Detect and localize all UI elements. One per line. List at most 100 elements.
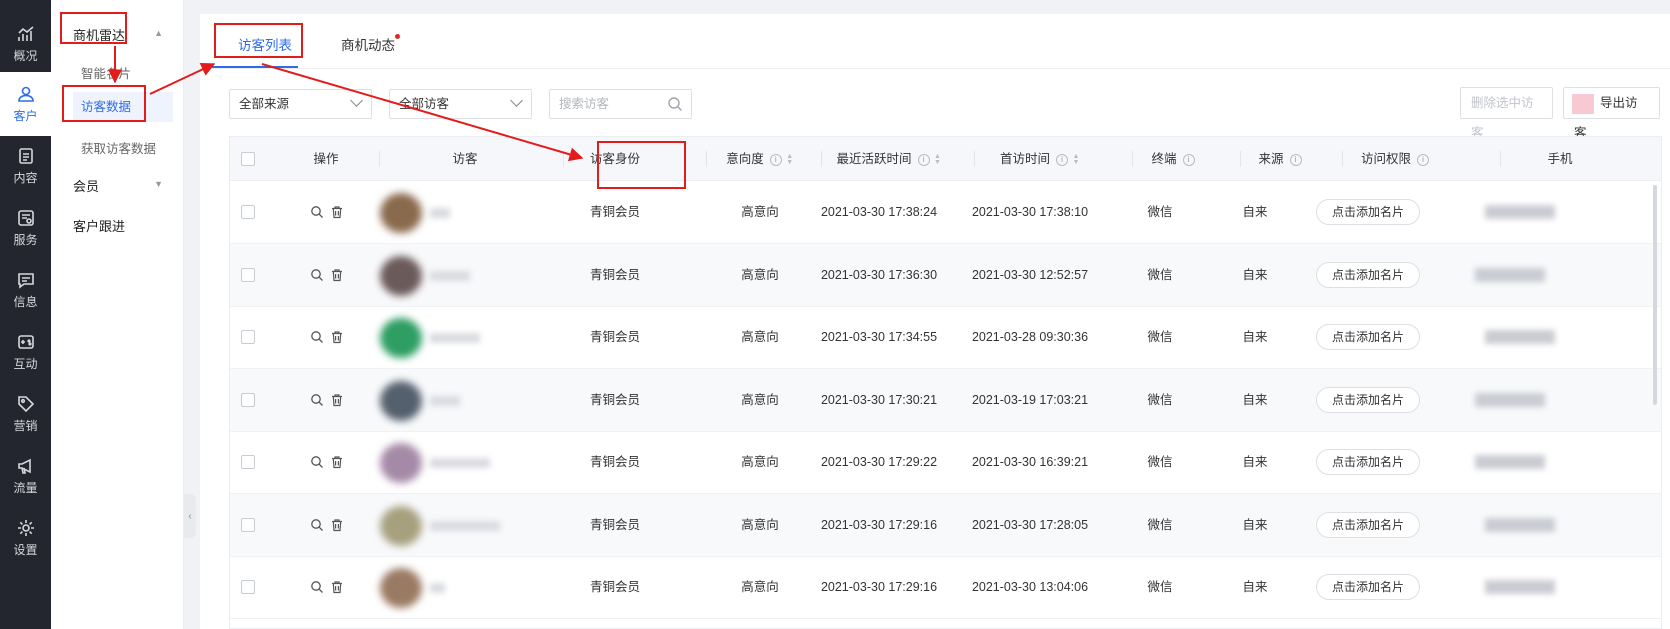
header-first-visit[interactable]: 首访时间 i ▲ ▼	[970, 137, 1110, 181]
trash-icon[interactable]	[330, 268, 344, 282]
avatar[interactable]	[380, 505, 422, 546]
nav-group-member[interactable]: 会员	[73, 176, 99, 195]
table-row[interactable]: 青铜会员 高意向 2021-03-30 17:30:21 2021-03-19 …	[230, 368, 1661, 432]
chevron-up-icon[interactable]: ▲	[154, 28, 163, 38]
row-checkbox[interactable]	[241, 205, 255, 219]
header-access[interactable]: 访问权限 i	[1320, 137, 1470, 181]
header-last-active[interactable]: 最近活跃时间 i ▲ ▼	[814, 137, 964, 181]
delete-selected-button[interactable]: 删除选中访客	[1460, 87, 1553, 140]
add-card-button[interactable]: 点击添加名片	[1316, 511, 1420, 538]
trash-icon[interactable]	[330, 393, 344, 407]
table-scrollbar[interactable]	[1653, 185, 1657, 405]
avatar[interactable]	[380, 318, 422, 358]
source-cell: 自来	[1242, 330, 1268, 344]
table-row[interactable]: 青铜会员 高意向 2021-03-30 17:29:22 2021-03-30 …	[230, 431, 1661, 494]
search-icon[interactable]	[310, 393, 324, 407]
trash-icon[interactable]	[330, 205, 344, 219]
search-icon[interactable]	[310, 580, 324, 594]
sort-icon[interactable]: ▲ ▼	[934, 153, 942, 166]
rail-item-service[interactable]: 服务	[0, 196, 51, 260]
add-card-button[interactable]: 点击添加名片	[1316, 324, 1420, 350]
header-source[interactable]: 来源 i	[1240, 137, 1320, 181]
terminal-cell: 微信	[1147, 517, 1173, 532]
rail-item-marketing[interactable]: 营销	[0, 382, 51, 446]
sort-icon[interactable]: ▲ ▼	[786, 153, 794, 166]
search-icon[interactable]	[310, 455, 324, 469]
avatar[interactable]	[380, 255, 422, 296]
search-icon[interactable]	[310, 205, 324, 219]
info-icon[interactable]: i	[1056, 153, 1068, 166]
rail-item-message[interactable]: 信息	[0, 258, 51, 322]
nav-item-get-visitor-data[interactable]: 获取访客数据	[81, 138, 156, 157]
first-visit-cell: 2021-03-30 17:38:10	[971, 205, 1089, 219]
table-row[interactable]: 青铜会员 高意向 2021-03-30 17:29:16 2021-03-30 …	[230, 493, 1661, 557]
search-icon[interactable]	[667, 96, 683, 112]
source-cell: 自来	[1242, 205, 1268, 219]
add-card-button[interactable]: 点击添加名片	[1316, 199, 1420, 225]
nav-item-smart-card[interactable]: 智能名片	[81, 63, 131, 82]
table-row[interactable]: 青铜会员 高意向 2021-03-30 17:29:16 2021-03-30 …	[230, 556, 1661, 619]
header-ops: 操作	[313, 152, 339, 166]
info-icon[interactable]: i	[769, 153, 782, 166]
nav-group-follow-up[interactable]: 客户跟进	[73, 216, 125, 235]
avatar[interactable]	[380, 443, 422, 483]
info-icon[interactable]: i	[1417, 153, 1429, 166]
rail-label: 流量	[13, 481, 38, 495]
export-visitors-button[interactable]: 导出访客	[1563, 87, 1660, 140]
rail-item-traffic[interactable]: 流量	[0, 444, 51, 508]
rail-item-overview[interactable]: 概况	[0, 12, 51, 76]
add-card-button[interactable]: 点击添加名片	[1316, 574, 1420, 600]
select-all-checkbox[interactable]	[241, 152, 255, 166]
avatar[interactable]	[380, 568, 422, 608]
rail-item-interact[interactable]: 互动	[0, 320, 51, 384]
trash-icon[interactable]	[330, 580, 344, 594]
collapse-handle[interactable]: ‹	[184, 494, 196, 538]
visitor-name-redacted	[430, 333, 480, 343]
search-input[interactable]: 搜索访客	[549, 89, 692, 119]
trash-icon[interactable]	[330, 455, 344, 469]
gear-icon	[17, 520, 34, 536]
row-checkbox[interactable]	[241, 580, 255, 594]
row-checkbox[interactable]	[241, 267, 255, 282]
search-icon[interactable]	[310, 518, 324, 532]
info-icon[interactable]: i	[1182, 153, 1195, 166]
row-checkbox[interactable]	[241, 330, 255, 344]
table-row[interactable]: 青铜会员 高意向 2021-03-30 17:34:55 2021-03-28 …	[230, 306, 1661, 369]
rail-item-customer[interactable]: 客户	[0, 72, 51, 136]
rail-label: 营销	[13, 419, 38, 433]
info-icon[interactable]: i	[917, 153, 930, 166]
add-card-button[interactable]: 点击添加名片	[1316, 449, 1420, 475]
notification-dot	[395, 34, 400, 39]
rail-label: 客户	[13, 109, 38, 123]
tab-opportunity-feed[interactable]: 商机动态	[341, 34, 395, 54]
header-terminal[interactable]: 终端 i	[1133, 137, 1213, 181]
avatar[interactable]	[380, 193, 422, 233]
intent-cell: 高意向	[741, 392, 779, 407]
add-card-button[interactable]: 点击添加名片	[1316, 386, 1420, 413]
sort-icon[interactable]: ▲ ▼	[1072, 153, 1080, 166]
message-icon	[17, 273, 34, 289]
add-card-button[interactable]: 点击添加名片	[1316, 261, 1420, 288]
trash-icon[interactable]	[330, 330, 344, 344]
trash-icon[interactable]	[330, 518, 344, 532]
rail-item-content[interactable]: 内容	[0, 134, 51, 198]
table-header: 操作 访客 访客身份 意向度 i ▲ ▼ 最近活跃时间 i ▲ ▼ 首访时间 i ▲ ▼ 终端 i …	[230, 137, 1661, 181]
info-icon[interactable]: i	[1289, 153, 1302, 166]
rail-item-settings[interactable]: 设置	[0, 506, 51, 570]
header-intent[interactable]: 意向度 i ▲ ▼	[700, 137, 820, 181]
intent-cell: 高意向	[741, 205, 779, 219]
table-row[interactable]: 青铜会员 高意向 2021-03-30 17:36:30 2021-03-30 …	[230, 243, 1661, 307]
source-select[interactable]: 全部来源	[229, 89, 372, 119]
row-checkbox[interactable]	[241, 517, 255, 532]
chevron-down-icon[interactable]: ▼	[154, 179, 163, 189]
search-icon[interactable]	[310, 268, 324, 282]
table-row[interactable]: 青铜会员 高意向 2021-03-30 17:38:24 2021-03-30 …	[230, 181, 1661, 244]
identity-cell: 青铜会员	[589, 392, 640, 407]
chart-icon	[17, 26, 34, 41]
header-source-label: 来源	[1258, 152, 1284, 166]
row-checkbox[interactable]	[241, 392, 255, 407]
avatar[interactable]	[380, 380, 422, 421]
row-checkbox[interactable]	[241, 455, 255, 469]
visitor-select[interactable]: 全部访客	[389, 89, 532, 119]
search-icon[interactable]	[310, 330, 324, 344]
